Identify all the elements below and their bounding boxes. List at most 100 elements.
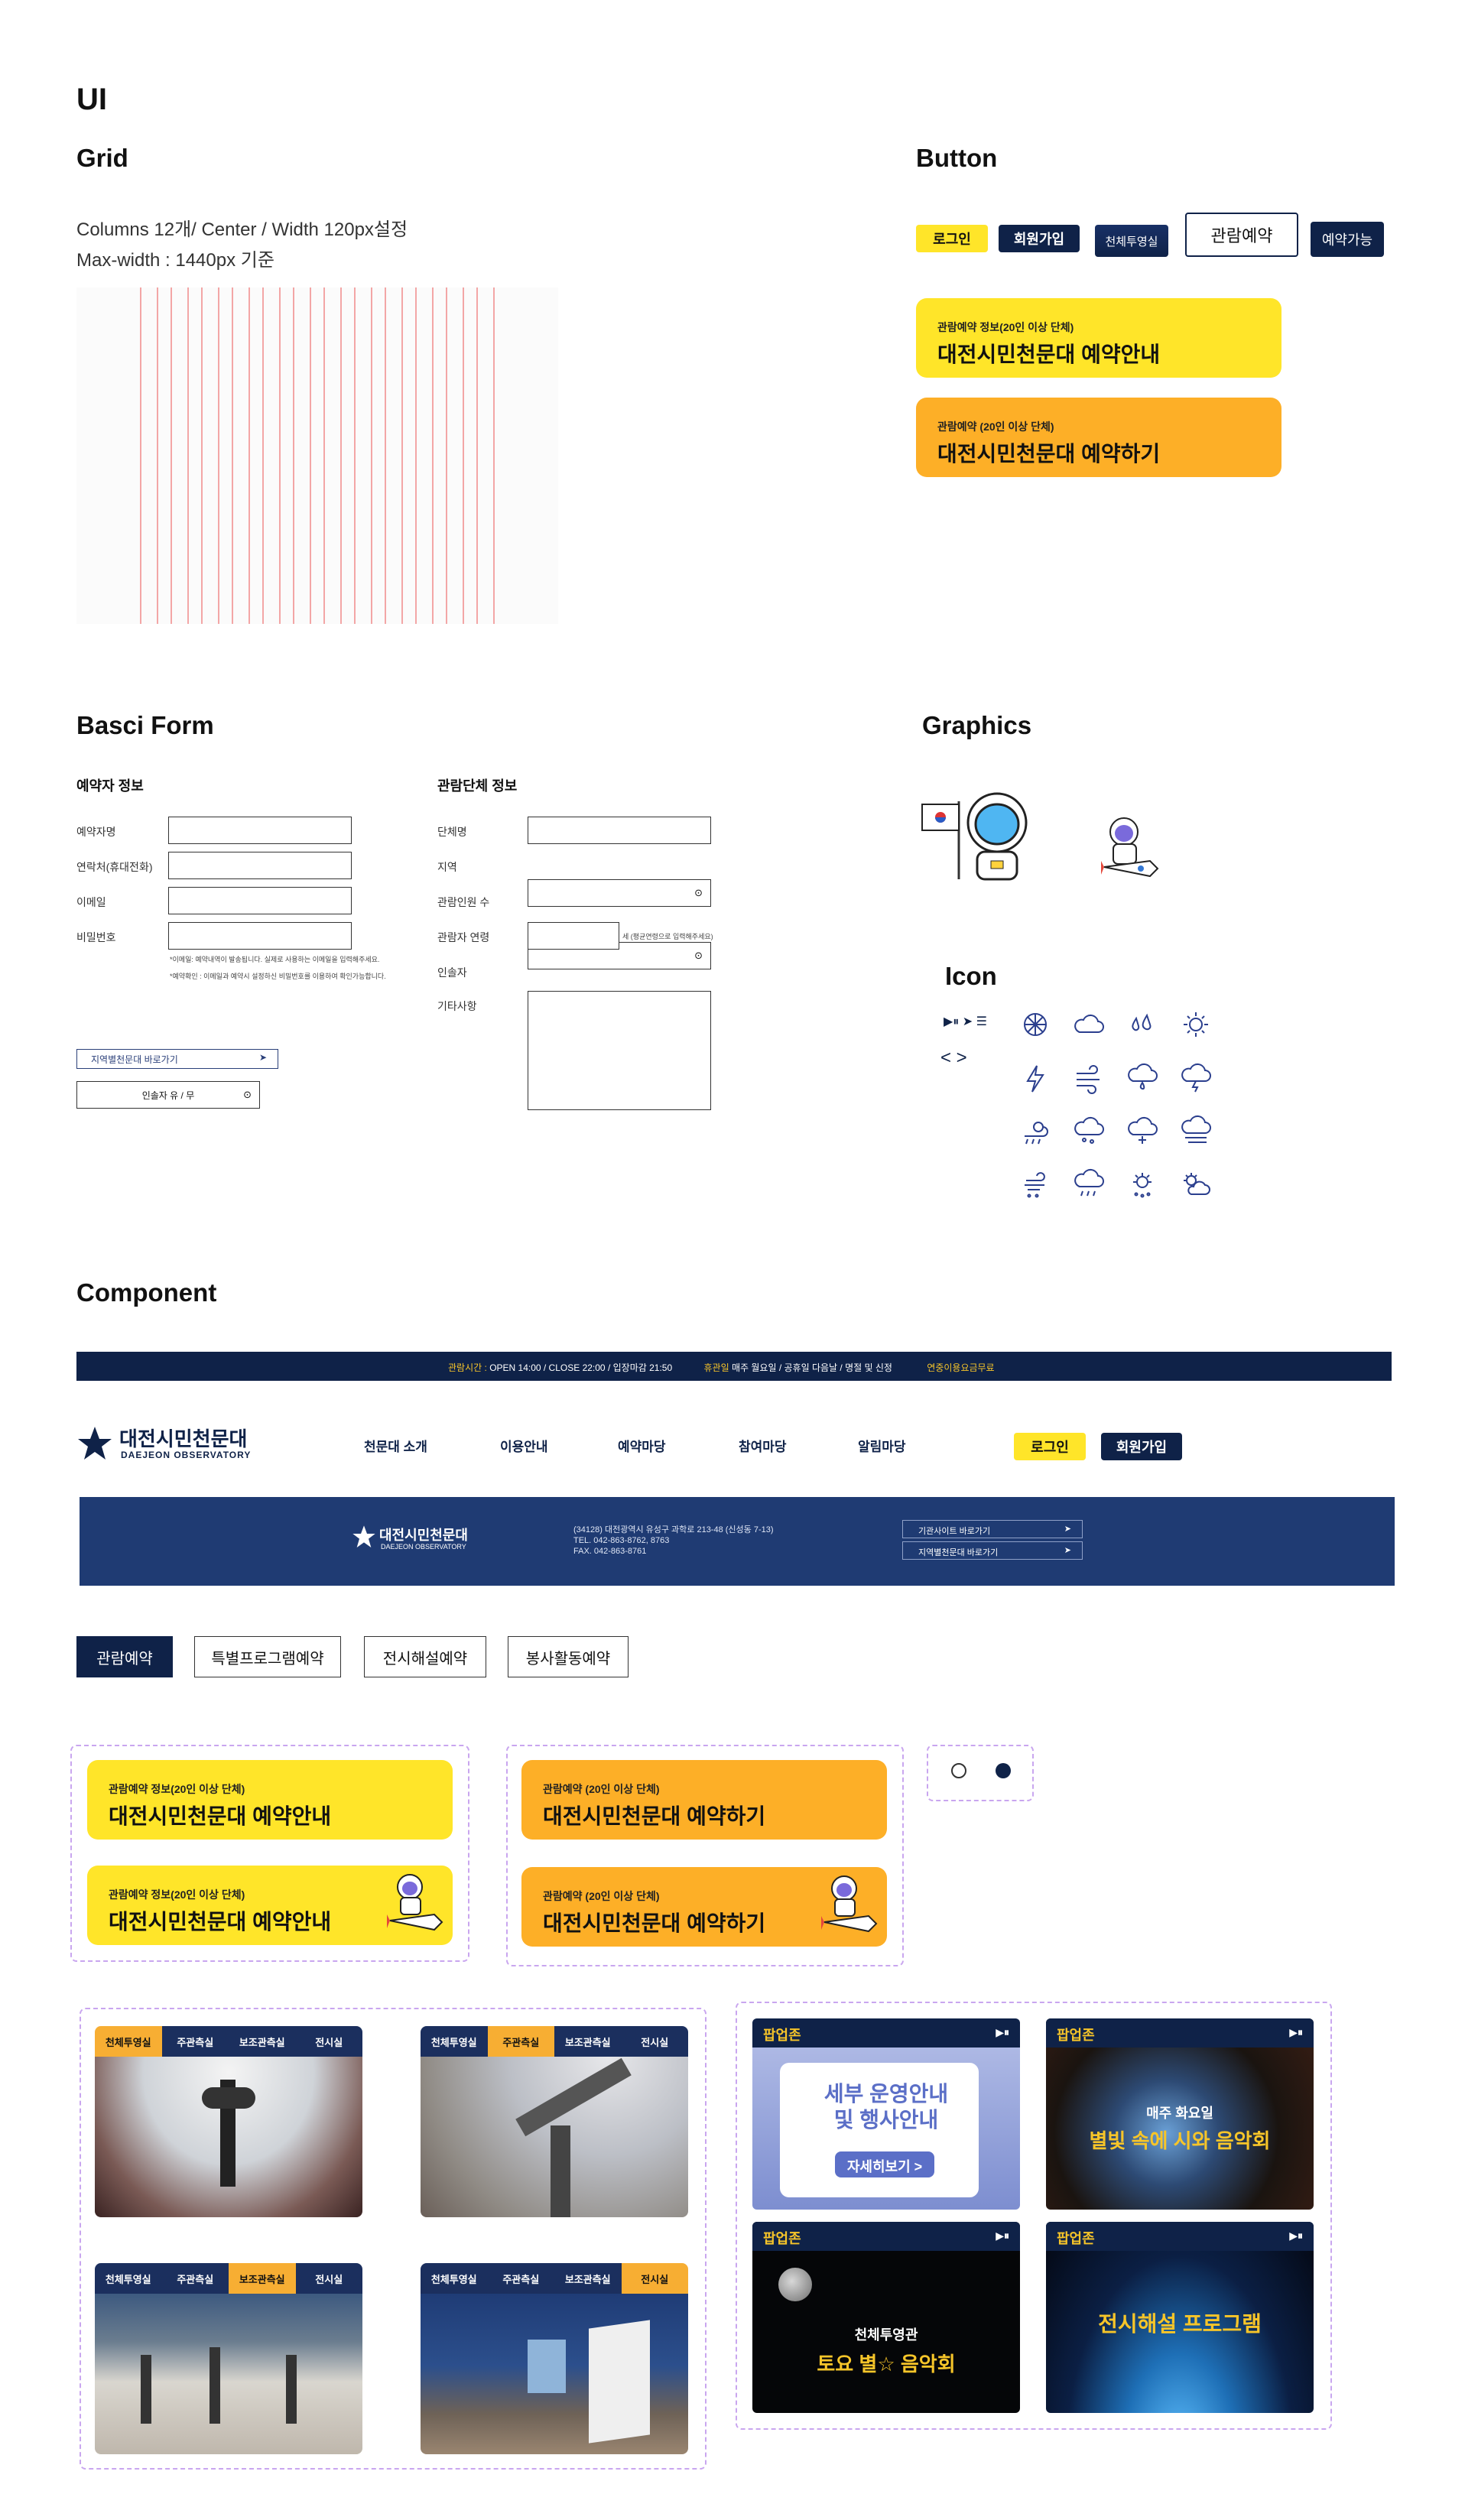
footer-org-site-link[interactable]: 기관사이트 바로가기 ➤ bbox=[902, 1520, 1083, 1538]
planetarium-button[interactable]: 천체투영실 bbox=[1095, 225, 1168, 257]
facility-tab-exhibition[interactable]: 전시실 bbox=[295, 2263, 362, 2294]
phone-label: 연락처(휴대전화) bbox=[76, 861, 153, 873]
facility-tab-sub-observatory[interactable]: 보조관측실 bbox=[554, 2026, 622, 2057]
tab-special-program[interactable]: 특별프로그램예약 bbox=[194, 1636, 341, 1677]
facility-tab-sub-observatory[interactable]: 보조관측실 bbox=[229, 2026, 296, 2057]
rain-cloud-icon bbox=[1126, 1061, 1159, 1095]
region-select[interactable]: ⊙ bbox=[528, 879, 711, 907]
leader-label: 인솔자 bbox=[437, 966, 467, 979]
join-button[interactable]: 회원가입 bbox=[999, 225, 1080, 252]
etc-textarea[interactable] bbox=[528, 991, 711, 1110]
button-title: Button bbox=[916, 144, 998, 172]
nav-notice[interactable]: 알림마당 bbox=[858, 1436, 906, 1455]
name-field[interactable] bbox=[168, 817, 352, 844]
play-pause-icon[interactable]: ▶⏸ bbox=[1289, 2229, 1303, 2242]
popup-operation-guide[interactable]: 팝업존 ▶⏸ 세부 운영안내 및 행사안내 자세히보기 > bbox=[752, 2018, 1020, 2210]
phone-field[interactable] bbox=[168, 852, 352, 879]
available-button[interactable]: 예약가능 bbox=[1311, 222, 1384, 257]
popup-label: 팝업존 bbox=[1057, 2028, 1095, 2043]
facility-tab-planetarium[interactable]: 천체투영실 bbox=[421, 2026, 488, 2057]
facility-tab-main-observatory[interactable]: 주관측실 bbox=[161, 2026, 229, 2057]
shower-cloud-icon bbox=[1072, 1115, 1106, 1148]
reserve-info-cta[interactable]: 관람예약 정보(20인 이상 단체) 대전시민천문대 예약안내 bbox=[87, 1760, 453, 1840]
pagination-dot-inactive[interactable] bbox=[951, 1763, 966, 1778]
facility-tab-exhibition[interactable]: 전시실 bbox=[621, 2263, 688, 2294]
facility-tab-planetarium[interactable]: 천체투영실 bbox=[421, 2263, 488, 2294]
planetarium-photo bbox=[95, 2057, 362, 2217]
nav-about[interactable]: 천문대 소개 bbox=[364, 1436, 427, 1455]
footer-region-observatory-link[interactable]: 지역별천문대 바로가기 ➤ bbox=[902, 1541, 1083, 1560]
facility-tab-planetarium[interactable]: 천체투영실 bbox=[95, 2263, 162, 2294]
nav-reservation[interactable]: 예약마당 bbox=[618, 1436, 666, 1455]
cta-title: 대전시민천문대 예약안내 bbox=[109, 1910, 332, 1934]
media-controls-icons[interactable]: ▶⏸ ➤ ☰ bbox=[944, 1014, 987, 1029]
reserve-button[interactable]: 관람예약 bbox=[1185, 213, 1298, 257]
prev-next-arrow-icons[interactable]: < > bbox=[940, 1047, 967, 1069]
region-observatory-link[interactable]: 지역별천문대 바로가기 ➤ bbox=[76, 1049, 278, 1069]
facility-tab-sub-observatory[interactable]: 보조관측실 bbox=[229, 2263, 296, 2294]
facility-tab-main-observatory[interactable]: 주관측실 bbox=[487, 2026, 554, 2057]
facility-card-exhibition[interactable]: 천체투영실 주관측실 보조관측실 전시실 bbox=[421, 2263, 688, 2454]
snowflake-icon bbox=[1018, 1008, 1052, 1041]
header-login-button[interactable]: 로그인 bbox=[1014, 1433, 1086, 1460]
tab-volunteer[interactable]: 봉사활동예약 bbox=[508, 1636, 629, 1677]
nav-participation[interactable]: 참여마당 bbox=[739, 1436, 787, 1455]
facility-tab-sub-observatory[interactable]: 보조관측실 bbox=[554, 2263, 622, 2294]
heavy-rain-icon bbox=[1072, 1168, 1106, 1202]
reserve-info-cta[interactable]: 관람예약 정보(20인 이상 단체) 대전시민천문대 예약안내 bbox=[916, 298, 1281, 378]
play-pause-icon[interactable]: ▶⏸ bbox=[996, 2229, 1009, 2242]
footer-logo-english: DAEJEON OBSERVATORY bbox=[381, 1543, 466, 1551]
sunny-icon bbox=[1179, 1008, 1213, 1041]
header-join-button[interactable]: 회원가입 bbox=[1101, 1433, 1182, 1460]
pagination-dot-active[interactable] bbox=[996, 1763, 1011, 1778]
site-logo[interactable]: 대전시민천문대 DAEJEON OBSERVATORY bbox=[76, 1422, 260, 1465]
email-field[interactable] bbox=[168, 887, 352, 914]
cta-subtitle: 관람예약 정보(20인 이상 단체) bbox=[109, 1783, 245, 1795]
popup-line2: 별빛 속에 시와 음악회 bbox=[1089, 2129, 1271, 2152]
reserve-info-cta-with-graphic[interactable]: 관람예약 정보(20인 이상 단체) 대전시민천문대 예약안내 bbox=[87, 1866, 453, 1945]
facility-tab-main-observatory[interactable]: 주관측실 bbox=[487, 2263, 554, 2294]
site-footer: 대전시민천문대 DAEJEON OBSERVATORY (34128) 대전광역… bbox=[80, 1497, 1395, 1586]
popup-poetry-concert[interactable]: 팝업존 ▶⏸ 매주 화요일 별빛 속에 시와 음악회 bbox=[1046, 2018, 1314, 2210]
headcount-label: 관람인원 수 bbox=[437, 896, 490, 908]
cta-subtitle: 관람예약 (20인 이상 단체) bbox=[543, 1783, 660, 1795]
popup-line2: 토요 별☆ 음악회 bbox=[817, 2353, 956, 2375]
password-note: *예약확인 : 이메일과 예약시 설정하신 비밀번호를 이용하여 확인가능합니다… bbox=[170, 973, 386, 980]
play-pause-icon[interactable]: ▶⏸ bbox=[996, 2026, 1009, 2039]
popup-line1: 전시해설 프로그램 bbox=[1098, 2312, 1262, 2336]
facility-tab-exhibition[interactable]: 전시실 bbox=[621, 2026, 688, 2057]
facility-card-planetarium[interactable]: 천체투영실 주관측실 보조관측실 전시실 bbox=[95, 2026, 362, 2217]
graphics-title: Graphics bbox=[922, 711, 1032, 739]
password-field[interactable] bbox=[168, 922, 352, 950]
moon-graphic bbox=[778, 2268, 812, 2301]
facility-tab-planetarium[interactable]: 천체투영실 bbox=[95, 2026, 162, 2057]
facility-card-main-observatory[interactable]: 천체투영실 주관측실 보조관측실 전시실 bbox=[421, 2026, 688, 2217]
time-value: OPEN 14:00 / CLOSE 22:00 / 입장마감 21:50 bbox=[489, 1362, 673, 1373]
password-label: 비밀번호 bbox=[76, 931, 116, 943]
reserve-now-cta[interactable]: 관람예약 (20인 이상 단체) 대전시민천문대 예약하기 bbox=[521, 1760, 887, 1840]
play-pause-icon[interactable]: ▶⏸ bbox=[1289, 2026, 1303, 2039]
exhibit-case-shape bbox=[528, 2340, 566, 2393]
closed-label: 휴관일 bbox=[703, 1362, 729, 1373]
facility-tab-exhibition[interactable]: 전시실 bbox=[295, 2026, 362, 2057]
popup-exhibit-program[interactable]: 팝업존 ▶⏸ 전시해설 프로그램 bbox=[1046, 2222, 1314, 2413]
facility-tab-main-observatory[interactable]: 주관측실 bbox=[161, 2263, 229, 2294]
region-label: 지역 bbox=[437, 861, 457, 873]
age-field[interactable] bbox=[528, 922, 619, 950]
thunder-cloud-icon bbox=[1179, 1061, 1213, 1095]
login-button[interactable]: 로그인 bbox=[916, 225, 988, 252]
tab-tour-reservation[interactable]: 관람예약 bbox=[76, 1636, 173, 1677]
reserve-now-cta-with-graphic[interactable]: 관람예약 (20인 이상 단체) 대전시민천문대 예약하기 bbox=[521, 1867, 887, 1947]
grid-title: Grid bbox=[76, 144, 128, 172]
sun-rain-icon bbox=[1018, 1115, 1052, 1148]
reserve-now-cta[interactable]: 관람예약 (20인 이상 단체) 대전시민천문대 예약하기 bbox=[916, 398, 1281, 477]
footer-address-block: (34128) 대전광역시 유성구 과학로 213-48 (신성동 7-13) … bbox=[573, 1525, 774, 1557]
leader-select[interactable]: 인솔자 유 / 무 ⊙ bbox=[76, 1081, 260, 1109]
nav-guide[interactable]: 이용안내 bbox=[500, 1436, 548, 1455]
popup-detail-button[interactable]: 자세히보기 > bbox=[835, 2151, 934, 2177]
facility-card-sub-observatory[interactable]: 천체투영실 주관측실 보조관측실 전시실 bbox=[95, 2263, 362, 2454]
fog-cloud-icon bbox=[1179, 1115, 1213, 1148]
popup-saturday-concert[interactable]: 팝업존 ▶⏸ 천체투영관 토요 별☆ 음악회 bbox=[752, 2222, 1020, 2413]
tab-exhibit-guide[interactable]: 전시해설예약 bbox=[364, 1636, 486, 1677]
group-name-field[interactable] bbox=[528, 817, 711, 844]
